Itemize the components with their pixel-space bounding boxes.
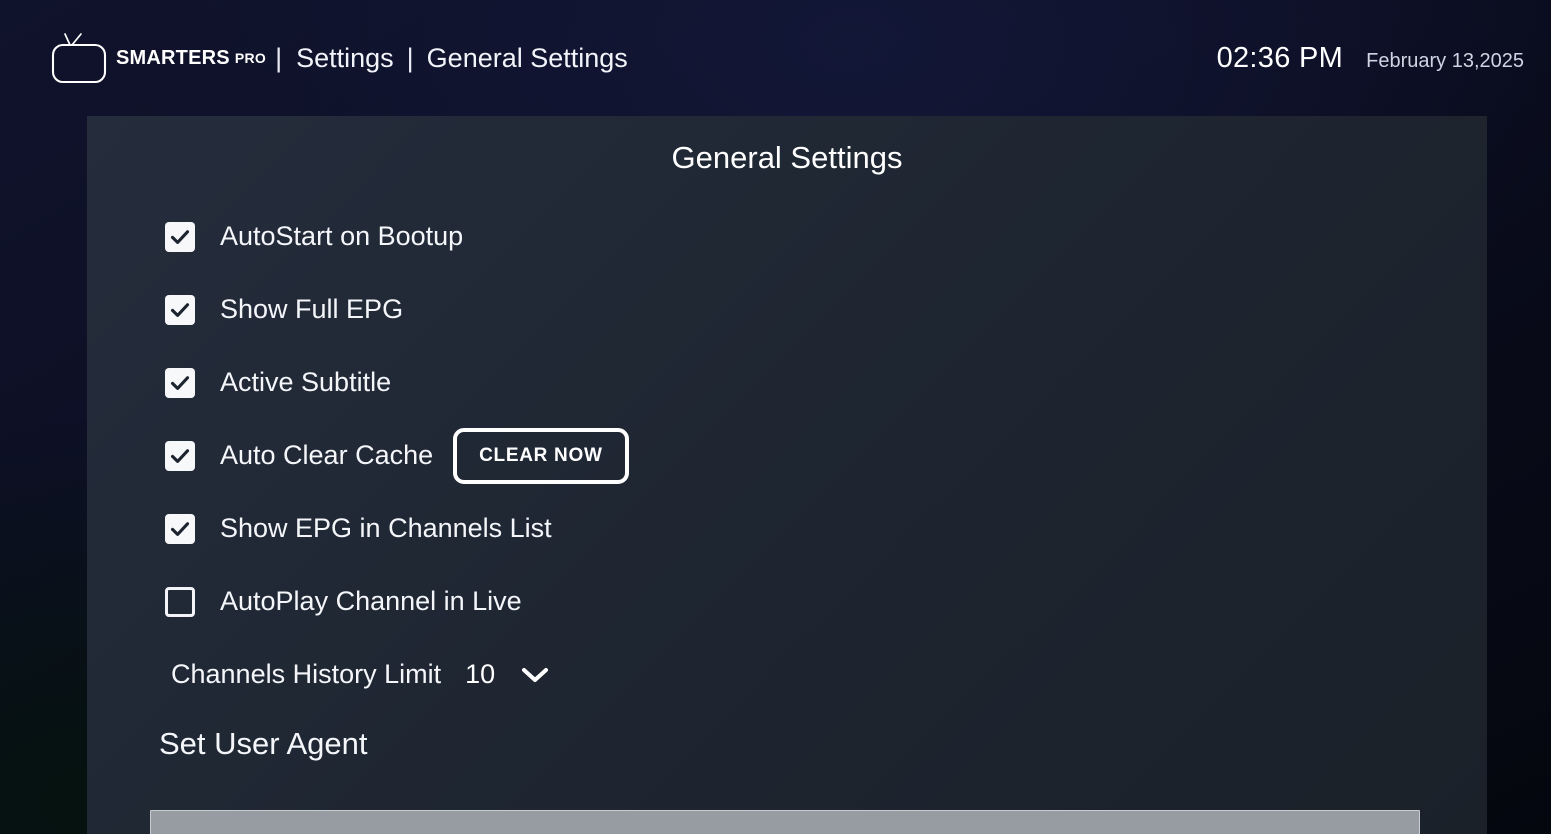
breadcrumb-general-settings: General Settings xyxy=(426,42,628,73)
setting-row[interactable]: Active Subtitle xyxy=(87,361,1487,404)
brand-logo: SMARTERS PRO xyxy=(50,32,266,84)
setting-label: Show Full EPG xyxy=(220,294,404,324)
channels-history-limit-label: Channels History Limit xyxy=(171,659,442,689)
setting-label: Auto Clear Cache xyxy=(220,440,434,470)
app-screen: SMARTERS PRO | Settings | General Settin… xyxy=(0,0,1551,834)
channels-history-limit-row[interactable]: Channels History Limit 10 xyxy=(87,653,1487,696)
chevron-down-icon[interactable] xyxy=(520,665,550,685)
settings-list: AutoStart on Bootup Show Full EPG Active S… xyxy=(87,215,1487,623)
setting-label: Show EPG in Channels List xyxy=(220,513,552,543)
checkbox-checked[interactable] xyxy=(165,221,195,252)
setting-label: AutoStart on Bootup xyxy=(220,221,464,251)
breadcrumb-settings[interactable]: Settings xyxy=(296,44,394,72)
app-header: SMARTERS PRO | Settings | General Settin… xyxy=(0,0,1551,116)
brand-name: SMARTERS xyxy=(116,47,230,69)
brand-suffix: PRO xyxy=(234,50,267,66)
setting-label: AutoPlay Channel in Live xyxy=(220,586,522,616)
checkbox-checked[interactable] xyxy=(165,294,195,325)
checkbox-unchecked[interactable] xyxy=(165,586,195,617)
checkbox-checked[interactable] xyxy=(165,440,195,471)
tv-logo-icon xyxy=(51,33,107,84)
channels-history-limit-value[interactable]: 10 xyxy=(465,661,495,688)
set-user-agent-label: Set User Agent xyxy=(159,726,368,761)
clock-block: 02:36 PM February 13,2025 xyxy=(1217,42,1527,75)
setting-row[interactable]: AutoPlay Channel in Live xyxy=(87,580,1487,623)
clear-cache-now-button[interactable]: CLEAR NOW xyxy=(453,427,629,484)
checkbox-checked[interactable] xyxy=(165,513,195,544)
setting-row[interactable]: Show Full EPG xyxy=(87,288,1487,331)
setting-row[interactable]: AutoStart on Bootup xyxy=(87,215,1487,258)
page-title: General Settings xyxy=(671,140,903,175)
setting-row[interactable]: Show EPG in Channels List xyxy=(87,507,1487,550)
general-settings-panel: General Settings AutoStart on Bootup Show… xyxy=(87,116,1487,834)
breadcrumb-separator-2: | xyxy=(406,42,414,73)
breadcrumb-separator-1: | xyxy=(275,42,283,73)
current-time: 02:36 PM xyxy=(1216,41,1344,74)
user-agent-input[interactable] xyxy=(150,810,1420,834)
current-date: February 13,2025 xyxy=(1366,49,1524,72)
checkbox-checked[interactable] xyxy=(165,367,195,398)
setting-label: Active Subtitle xyxy=(220,367,392,397)
setting-row[interactable]: Auto Clear Cache CLEAR NOW xyxy=(87,427,1487,484)
